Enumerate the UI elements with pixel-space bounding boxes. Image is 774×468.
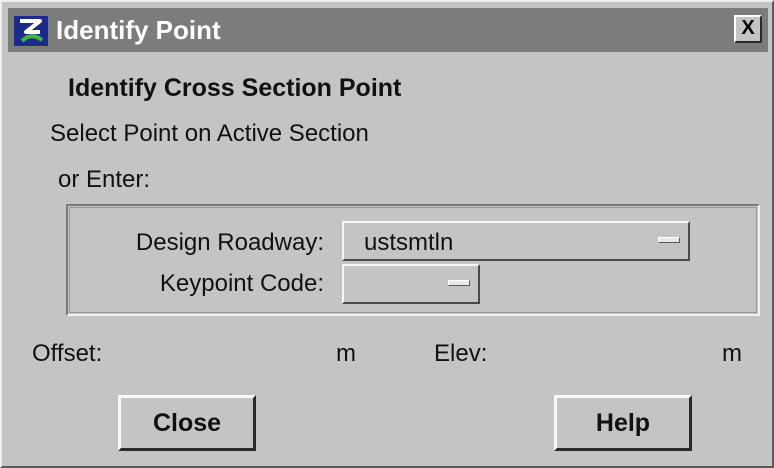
design-roadway-label: Design Roadway: [135, 229, 324, 256]
instruction-text: Select Point on Active Section [50, 120, 369, 147]
option-menu-indicator-icon [448, 280, 470, 286]
dialog-heading: Identify Cross Section Point [68, 74, 402, 102]
close-window-button[interactable]: X [734, 15, 762, 43]
app-logo-icon [14, 16, 48, 46]
offset-unit: m [336, 340, 356, 367]
design-roadway-dropdown[interactable]: ustsmtln [342, 221, 690, 261]
close-icon: X [741, 17, 755, 39]
offset-label: Offset: [32, 340, 103, 367]
help-button[interactable]: Help [554, 395, 692, 451]
window-title: Identify Point [56, 15, 221, 45]
elev-unit: m [722, 340, 742, 367]
design-roadway-value: ustsmtln [364, 229, 454, 256]
keypoint-code-label: Keypoint Code: [159, 270, 324, 297]
instruction-text-enter: or Enter: [58, 166, 151, 193]
option-menu-indicator-icon [658, 237, 680, 243]
elev-label: Elev: [434, 340, 488, 367]
identify-point-dialog: Identify Point X Identify Cross Section … [0, 0, 774, 468]
title-bar[interactable]: Identify Point X [8, 8, 768, 52]
keypoint-code-dropdown[interactable] [342, 264, 480, 304]
close-button[interactable]: Close [118, 395, 256, 451]
